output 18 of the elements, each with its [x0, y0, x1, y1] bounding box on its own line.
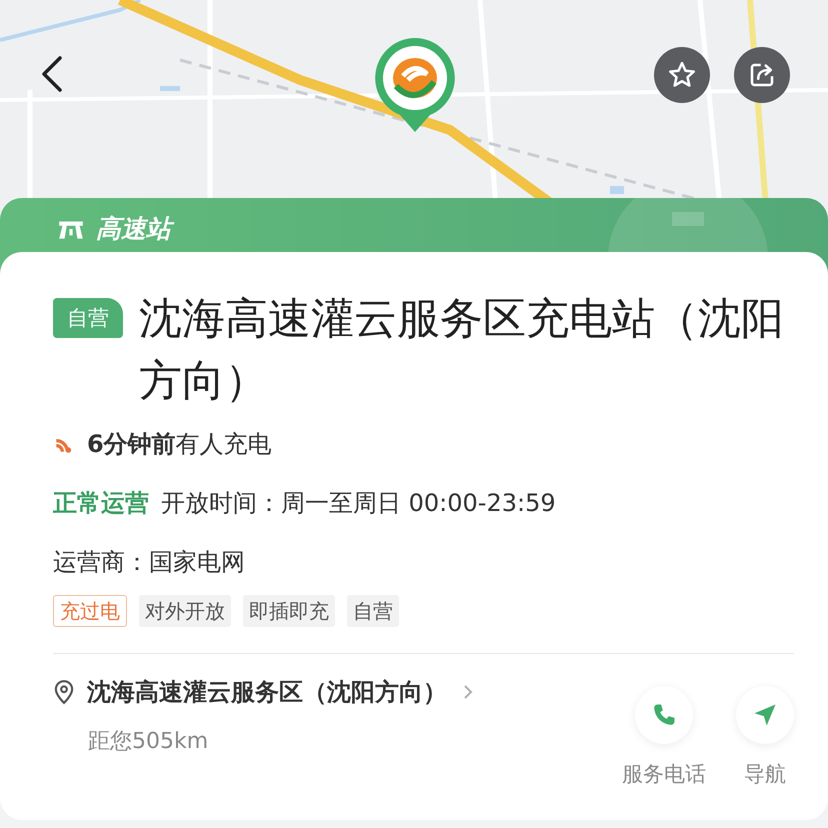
recent-charge-text: 6分钟前有人充电: [87, 428, 272, 460]
ownership-badge: 自营: [53, 298, 123, 338]
tag: 对外开放: [139, 595, 231, 627]
status-text: 正常运营: [53, 488, 149, 518]
action-label: 导航: [744, 761, 786, 788]
tag: 即插即充: [243, 595, 335, 627]
back-icon[interactable]: [40, 54, 64, 94]
action-label: 服务电话: [622, 761, 706, 788]
distance-text: 距您505km: [88, 728, 210, 756]
chevron-right-icon[interactable]: [463, 684, 473, 700]
hours-text: 开放时间：周一至周日 00:00-23:59: [161, 488, 556, 518]
address-link[interactable]: 沈海高速灌云服务区（沈阳方向）: [87, 676, 447, 708]
tag: 自营: [347, 595, 399, 627]
station-name: 沈海高速灌云服务区充电站（沈阳方向）: [139, 293, 785, 408]
star-icon: [667, 60, 697, 90]
operator-text: 运营商：国家电网: [53, 546, 245, 578]
tag: 充过电: [53, 595, 127, 627]
location-pin-icon: [53, 679, 75, 705]
